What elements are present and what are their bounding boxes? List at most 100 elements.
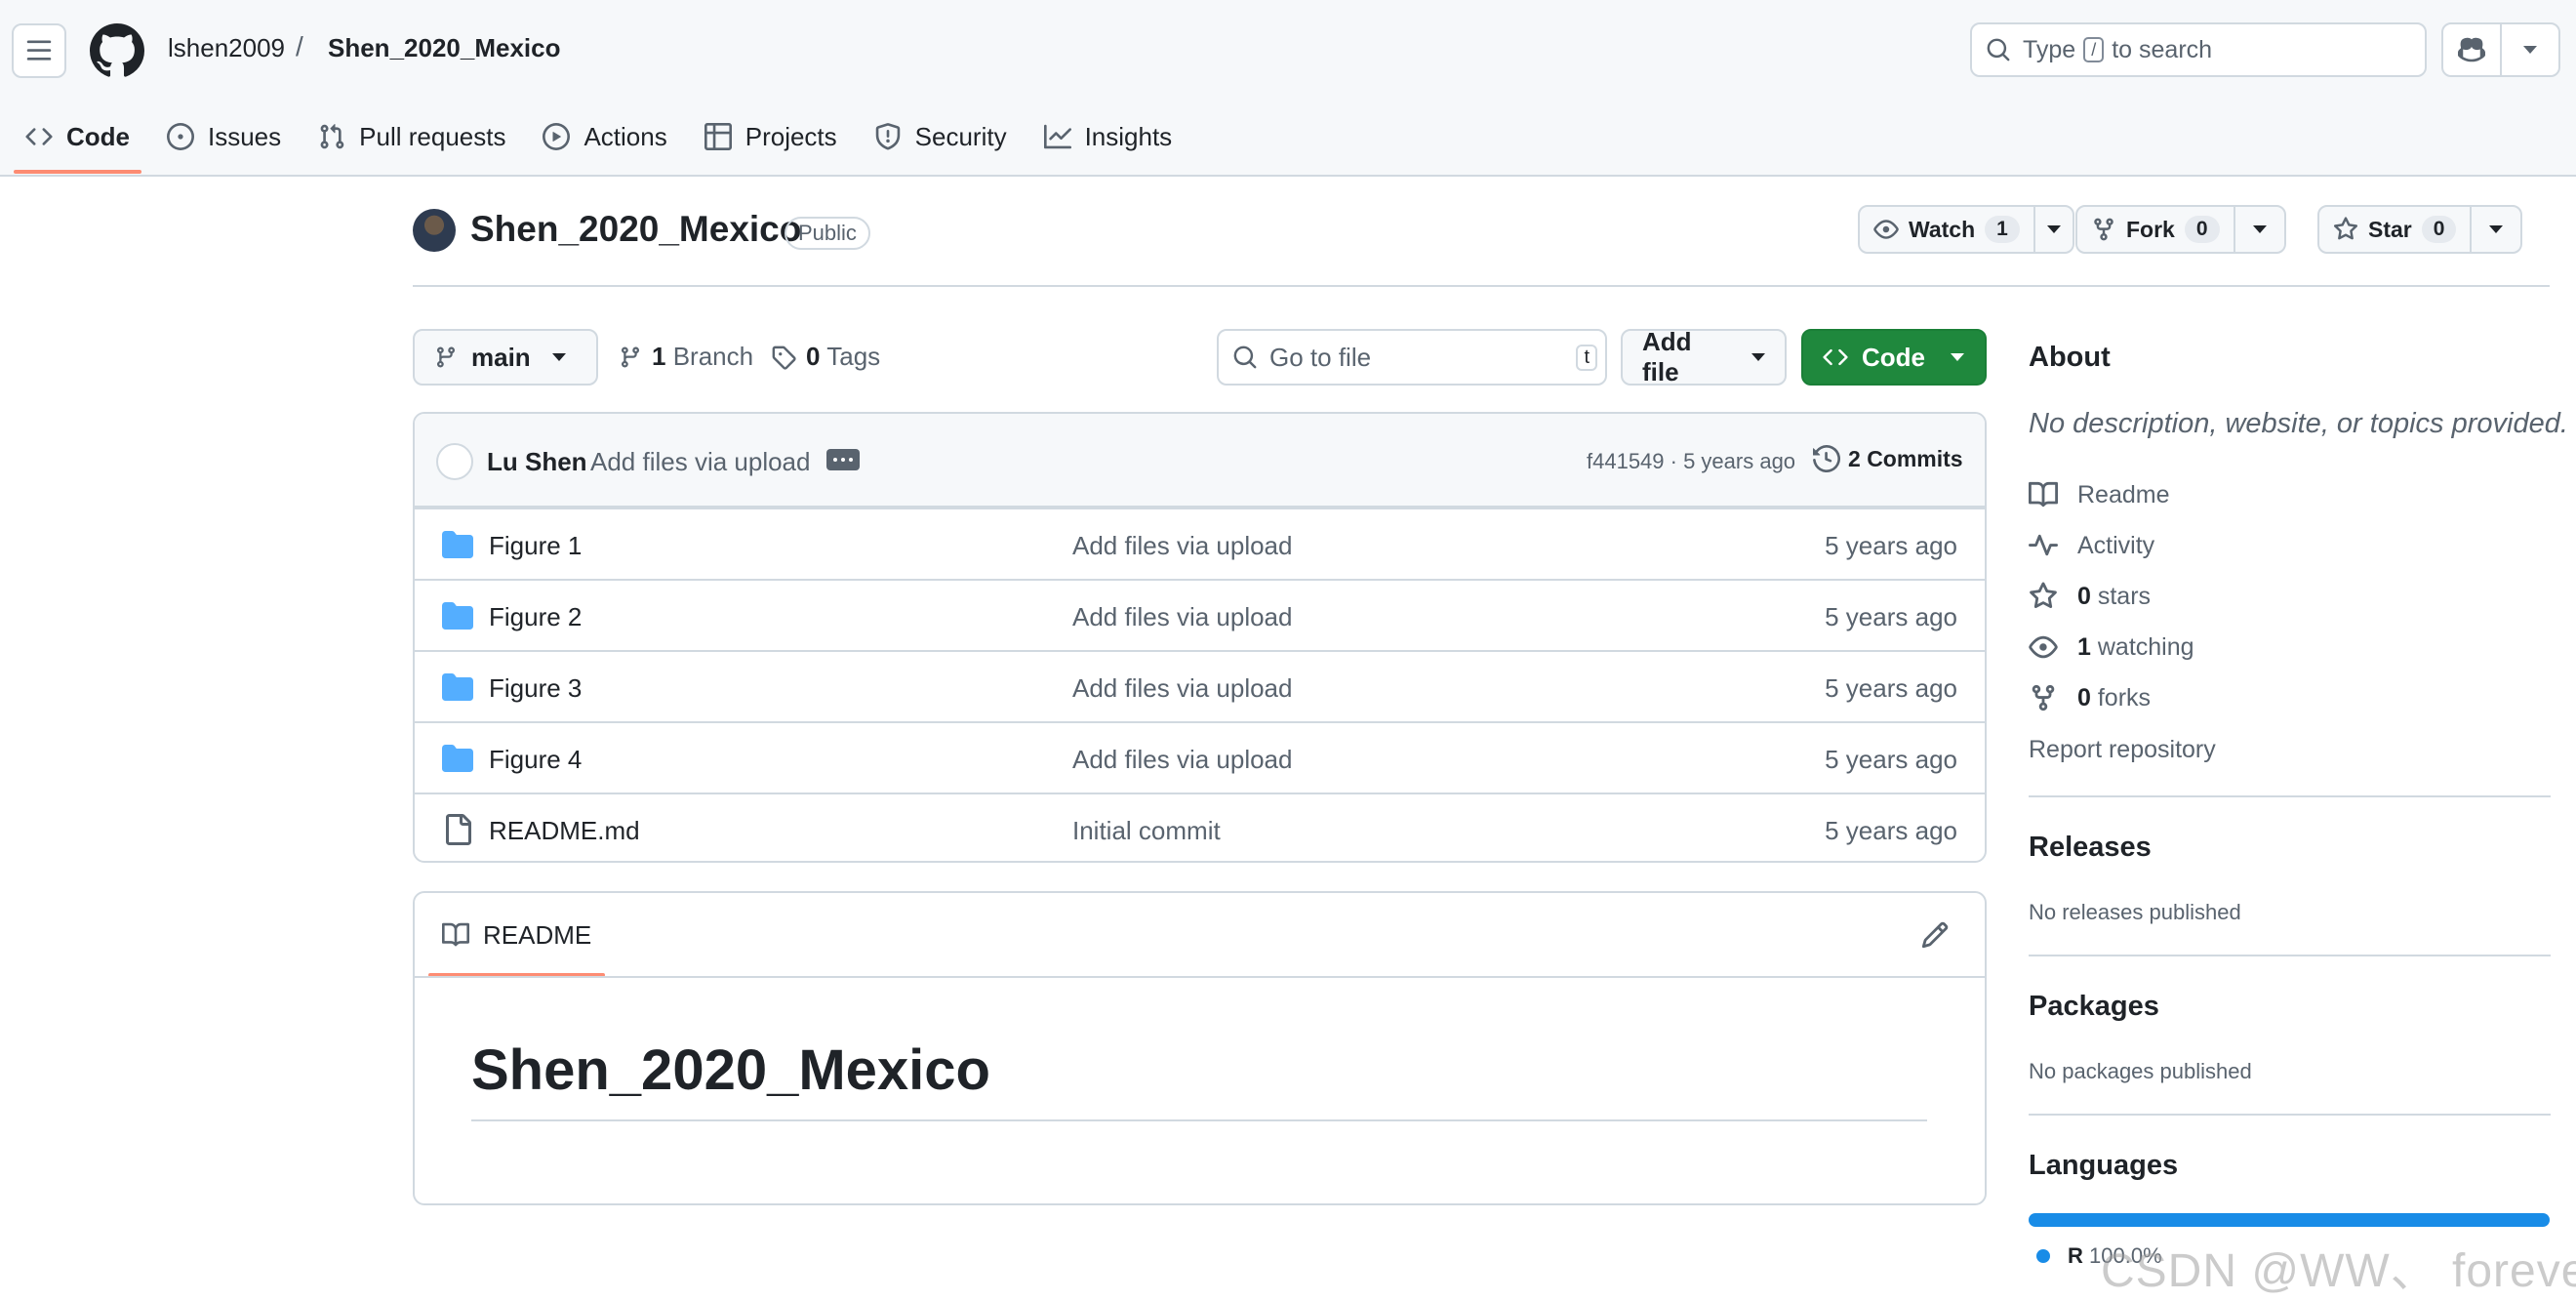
branches-link[interactable]: 1 Branch [619, 342, 753, 372]
stars-link[interactable]: 0 stars [2029, 582, 2151, 611]
global-header: lshen2009 / Shen_2020_Mexico Type / to s… [0, 0, 2576, 177]
star-button[interactable]: Star 0 [2317, 205, 2523, 254]
watch-dropdown[interactable] [2033, 207, 2073, 252]
file-commit-message[interactable]: Add files via upload [1072, 673, 1292, 704]
divider [2029, 795, 2551, 797]
releases-note: No releases published [2029, 900, 2241, 924]
chevron-down-icon [2489, 225, 2504, 233]
tab-insights[interactable]: Insights [1032, 109, 1185, 164]
github-logo-icon[interactable] [90, 23, 144, 78]
tab-projects[interactable]: Projects [693, 109, 849, 164]
table-row[interactable]: Figure 3 Add files via upload 5 years ag… [415, 650, 1985, 721]
file-time: 5 years ago [1825, 816, 1957, 845]
table-row[interactable]: README.md Initial commit 5 years ago [415, 793, 1985, 861]
file-commit-message[interactable]: Add files via upload [1072, 602, 1292, 632]
file-commit-message[interactable]: Initial commit [1072, 816, 1221, 846]
table-row[interactable]: Figure 1 Add files via upload 5 years ag… [415, 508, 1985, 579]
folder-icon [442, 602, 473, 630]
table-row[interactable]: Figure 2 Add files via upload 5 years ag… [415, 579, 1985, 650]
watch-button[interactable]: Watch 1 [1858, 205, 2074, 254]
file-name[interactable]: Figure 1 [489, 531, 582, 561]
file-commit-message[interactable]: Add files via upload [1072, 745, 1292, 775]
about-title: About [2029, 342, 2111, 373]
table-row[interactable]: Figure 4 Add files via upload 5 years ag… [415, 721, 1985, 793]
commit-message[interactable]: Add files via upload [590, 447, 810, 477]
readme-link[interactable]: Readme [2029, 480, 2170, 509]
menu-button[interactable] [12, 23, 66, 78]
chevron-down-icon [551, 353, 566, 361]
code-icon [1823, 348, 1848, 366]
copilot-button[interactable] [2441, 22, 2560, 77]
tags-link[interactable]: 0 Tags [771, 342, 880, 372]
fork-button[interactable]: Fork 0 [2075, 205, 2286, 254]
chevron-down-icon [2523, 46, 2537, 54]
copilot-icon-wrap[interactable] [2443, 24, 2500, 75]
report-repository-link[interactable]: Report repository [2029, 736, 2216, 764]
breadcrumb-repo[interactable]: Shen_2020_Mexico [328, 33, 560, 63]
star-label: Star [2368, 216, 2412, 242]
folder-icon [442, 673, 473, 701]
file-name[interactable]: Figure 3 [489, 673, 582, 704]
breadcrumb-owner[interactable]: lshen2009 [168, 33, 285, 63]
hamburger-icon [26, 40, 52, 61]
fork-icon [2032, 684, 2055, 711]
file-name[interactable]: Figure 2 [489, 602, 582, 632]
tab-actions[interactable]: Actions [531, 109, 678, 164]
tab-readme[interactable]: README [428, 893, 606, 977]
packages-title[interactable]: Packages [2029, 991, 2551, 1023]
divider [471, 1119, 1927, 1121]
code-icon [25, 128, 53, 145]
file-commit-message[interactable]: Add files via upload [1072, 531, 1292, 561]
commits-count: 2 [1848, 445, 1861, 471]
commit-hash-time[interactable]: f441549 · 5 years ago [1587, 449, 1795, 474]
commit-author[interactable]: Lu Shen [487, 447, 587, 477]
go-to-file-input[interactable]: Go to file t [1217, 329, 1607, 386]
watch-main[interactable]: Watch 1 [1860, 207, 2033, 252]
forks-link[interactable]: 0 forks [2029, 683, 2151, 712]
pencil-icon[interactable] [1920, 920, 1950, 950]
latest-commit-bar: Lu Shen Add files via upload f441549 · 5… [415, 414, 1985, 508]
commits-label: Commits [1867, 445, 1963, 471]
tab-issues[interactable]: Issues [155, 109, 293, 164]
watching-link[interactable]: 1 watching [2029, 632, 2194, 662]
watching-label: watching [2097, 632, 2194, 661]
activity-link[interactable]: Activity [2029, 531, 2154, 560]
fork-dropdown[interactable] [2233, 207, 2284, 252]
commit-expand-button[interactable] [826, 449, 860, 470]
folder-icon [442, 531, 473, 558]
about-description: No description, website, or topics provi… [2029, 408, 2568, 439]
global-search-input[interactable]: Type / to search [1970, 22, 2427, 77]
fork-main[interactable]: Fork 0 [2077, 207, 2234, 252]
add-file-button[interactable]: Add file [1621, 327, 1787, 386]
language-name: R [2068, 1243, 2083, 1268]
file-name[interactable]: README.md [489, 816, 640, 846]
readme-panel: README Shen_2020_Mexico [413, 891, 1987, 1205]
star-icon [2333, 217, 2358, 240]
star-main[interactable]: Star 0 [2319, 207, 2470, 252]
tab-pull-requests[interactable]: Pull requests [306, 109, 517, 164]
commit-author-avatar[interactable] [436, 443, 473, 480]
branch-selector[interactable]: main [413, 329, 598, 386]
forks-label: forks [2097, 683, 2152, 711]
tab-security[interactable]: Security [863, 109, 1019, 164]
chevron-down-icon [2252, 225, 2267, 233]
file-name[interactable]: Figure 4 [489, 745, 582, 775]
tab-insights-label: Insights [1084, 121, 1173, 151]
tab-projects-label: Projects [745, 121, 837, 151]
copilot-dropdown[interactable] [2500, 24, 2558, 75]
repo-title[interactable]: Shen_2020_Mexico [470, 209, 801, 250]
code-button[interactable]: Code [1801, 329, 1987, 386]
visibility-badge: Public [785, 217, 870, 250]
file-time: 5 years ago [1825, 673, 1957, 703]
commits-history-link[interactable]: 2 Commits [1813, 445, 1963, 472]
search-prefix: Type [2023, 35, 2076, 63]
search-icon [1987, 38, 2010, 61]
owner-avatar[interactable] [413, 209, 456, 252]
readme-heading: Shen_2020_Mexico [471, 1038, 990, 1102]
tags-label: Tags [826, 342, 881, 371]
star-dropdown[interactable] [2470, 207, 2520, 252]
tab-actions-label: Actions [584, 121, 667, 151]
tab-code[interactable]: Code [14, 109, 141, 174]
copilot-icon [2458, 37, 2485, 62]
releases-title[interactable]: Releases [2029, 832, 2551, 864]
